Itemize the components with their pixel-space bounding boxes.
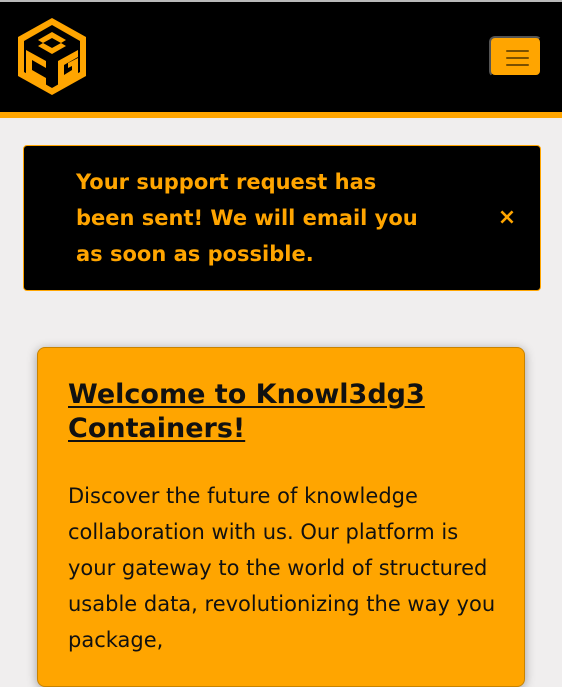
- navbar-toggle-button[interactable]: [489, 36, 542, 77]
- welcome-card: Welcome to Knowl3dg3 Containers! Discove…: [37, 347, 525, 687]
- cg-logo-icon[interactable]: [16, 16, 88, 96]
- hamburger-menu-icon: [506, 57, 529, 59]
- cube-logo-graphic: [18, 18, 86, 95]
- welcome-title: Welcome to Knowl3dg3 Containers!: [68, 379, 425, 444]
- alert-close-button[interactable]: ×: [495, 204, 519, 232]
- hamburger-menu-icon: [506, 50, 529, 52]
- navbar: [0, 2, 562, 118]
- hamburger-menu-icon: [506, 64, 529, 66]
- success-alert: Your support request has been sent! We w…: [23, 145, 541, 291]
- welcome-description: Discover the future of knowledge collabo…: [68, 484, 496, 652]
- alert-message: Your support request has been sent! We w…: [76, 170, 418, 266]
